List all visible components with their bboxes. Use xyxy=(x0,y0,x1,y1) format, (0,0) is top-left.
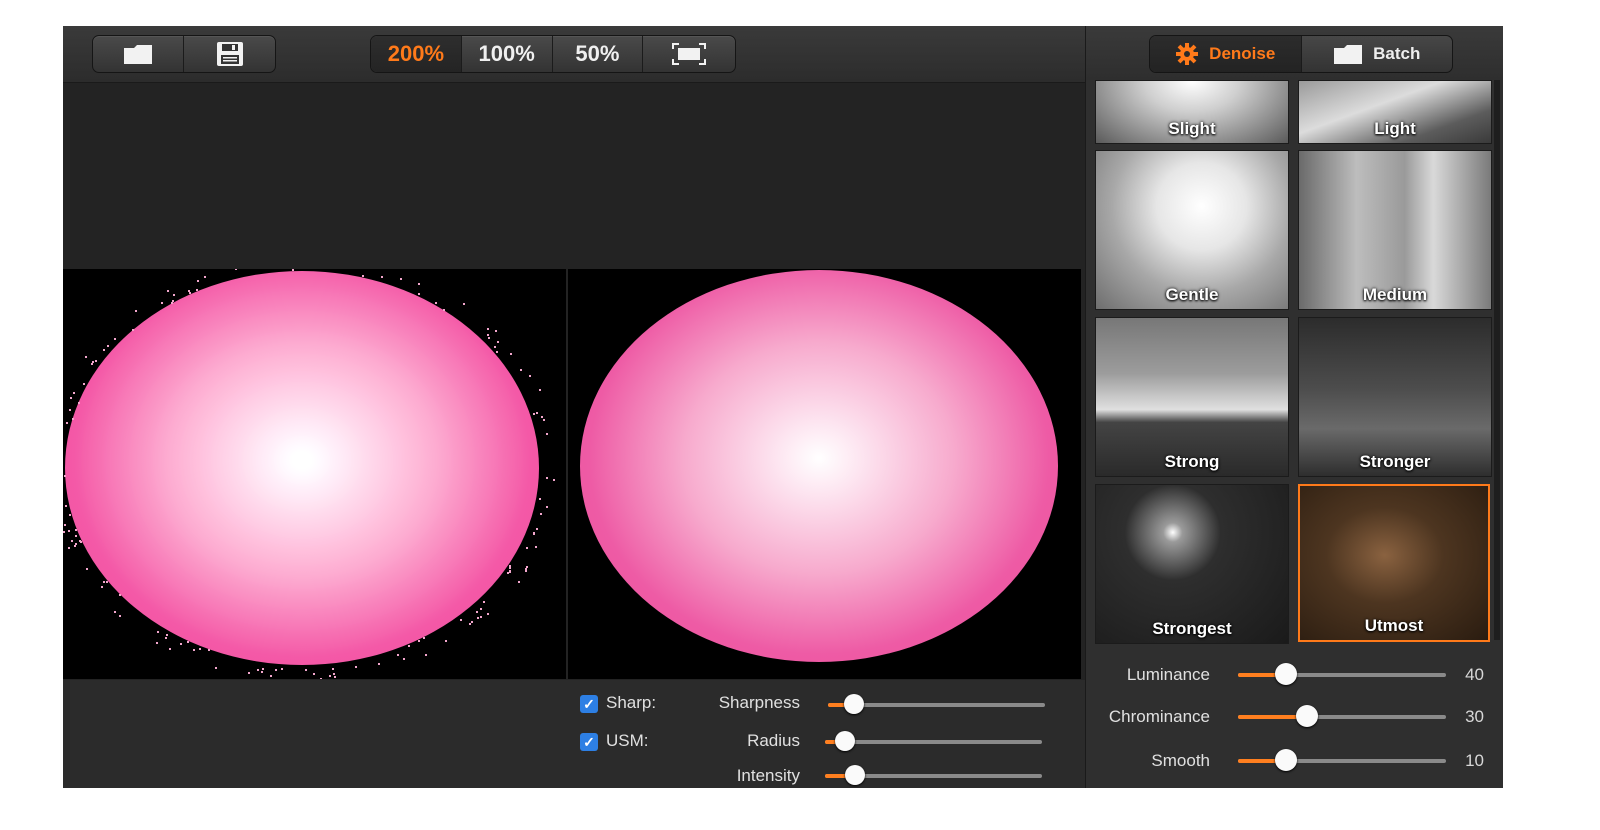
sharp-checkbox[interactable]: ✓ xyxy=(580,695,598,713)
tab-batch-label: Batch xyxy=(1373,44,1421,63)
chrominance-label: Chrominance xyxy=(1108,707,1210,726)
gear-icon xyxy=(1176,43,1199,65)
zoom-button-group: 200% 100% 50% xyxy=(370,35,736,73)
toolbar: 200% 100% 50% xyxy=(63,26,1085,83)
intensity-label: Intensity xyxy=(736,766,800,785)
preset-light[interactable]: Light xyxy=(1298,80,1492,144)
intensity-slider-knob[interactable] xyxy=(845,765,866,785)
file-button-group xyxy=(92,35,276,73)
intensity-slider[interactable] xyxy=(825,765,1042,785)
zoom-200-button[interactable]: 200% xyxy=(371,36,462,72)
preset-gentle-label: Gentle xyxy=(1165,285,1219,304)
sharp-label: Sharp: xyxy=(606,693,657,712)
luminance-slider-knob[interactable] xyxy=(1274,663,1297,685)
luminance-label: Luminance xyxy=(1126,665,1210,684)
sharpness-label: Sharpness xyxy=(718,693,800,712)
radius-slider-knob[interactable] xyxy=(834,731,855,751)
tab-denoise[interactable]: Denoise xyxy=(1150,36,1302,72)
sharpen-controls: ✓ Sharp: ✓ USM: Sharpness Radius Intensi… xyxy=(63,680,1085,788)
preset-strongest[interactable]: Strongest xyxy=(1095,484,1289,644)
fit-screen-icon xyxy=(672,43,707,65)
noisy-pink-ball xyxy=(65,271,539,665)
luminance-slider[interactable] xyxy=(1238,663,1446,685)
preset-utmost-label: Utmost xyxy=(1364,616,1424,635)
denoised-preview xyxy=(568,269,1081,679)
preset-scrollbar[interactable] xyxy=(1494,80,1500,640)
smooth-slider[interactable] xyxy=(1238,749,1446,771)
usm-label: USM: xyxy=(606,731,649,750)
preset-medium[interactable]: Medium xyxy=(1298,150,1492,310)
chrominance-slider-knob[interactable] xyxy=(1295,705,1318,727)
smooth-slider-knob[interactable] xyxy=(1274,749,1297,771)
preset-gentle[interactable]: Gentle xyxy=(1095,150,1289,310)
sharpness-slider[interactable] xyxy=(828,694,1045,714)
radius-slider[interactable] xyxy=(825,731,1042,751)
folder-icon xyxy=(1334,45,1363,64)
preset-stronger[interactable]: Stronger xyxy=(1298,317,1492,477)
preset-strongest-label: Strongest xyxy=(1152,619,1232,638)
luminance-value: 40 xyxy=(1465,665,1484,684)
usm-checkbox[interactable]: ✓ xyxy=(580,733,598,751)
save-icon xyxy=(216,42,243,66)
preset-slight-label: Slight xyxy=(1168,119,1216,138)
open-button[interactable] xyxy=(93,36,184,72)
image-viewer xyxy=(63,83,1085,680)
side-panel: Denoise Batch Slight Light Gentle Medium… xyxy=(1085,26,1503,788)
save-button[interactable] xyxy=(184,36,275,72)
tab-denoise-label: Denoise xyxy=(1209,44,1276,63)
radius-label: Radius xyxy=(747,731,800,750)
preset-slight[interactable]: Slight xyxy=(1095,80,1289,144)
preset-stronger-label: Stronger xyxy=(1359,452,1431,471)
sharpness-slider-knob[interactable] xyxy=(844,694,865,714)
smooth-value: 10 xyxy=(1465,751,1484,770)
app-window: 200% 100% 50% ✓ Sharp: ✓ USM: Sharpness xyxy=(63,26,1503,788)
chrominance-slider[interactable] xyxy=(1238,705,1446,727)
original-preview xyxy=(63,269,566,679)
preset-light-label: Light xyxy=(1374,119,1416,138)
preset-strong-label: Strong xyxy=(1164,452,1220,471)
smooth-label: Smooth xyxy=(1151,751,1210,770)
mode-bar: Denoise Batch xyxy=(1086,26,1503,80)
chrominance-value: 30 xyxy=(1465,707,1484,726)
preset-medium-label: Medium xyxy=(1362,285,1428,304)
zoom-100-button[interactable]: 100% xyxy=(462,36,553,72)
preset-strong[interactable]: Strong xyxy=(1095,317,1289,477)
mode-tabs: Denoise Batch xyxy=(1149,35,1453,73)
zoom-50-button[interactable]: 50% xyxy=(553,36,644,72)
tab-batch[interactable]: Batch xyxy=(1302,36,1453,72)
folder-icon xyxy=(124,45,152,64)
clean-pink-ball xyxy=(580,270,1058,662)
preset-utmost[interactable]: Utmost xyxy=(1298,484,1490,642)
fit-screen-button[interactable] xyxy=(643,36,735,72)
